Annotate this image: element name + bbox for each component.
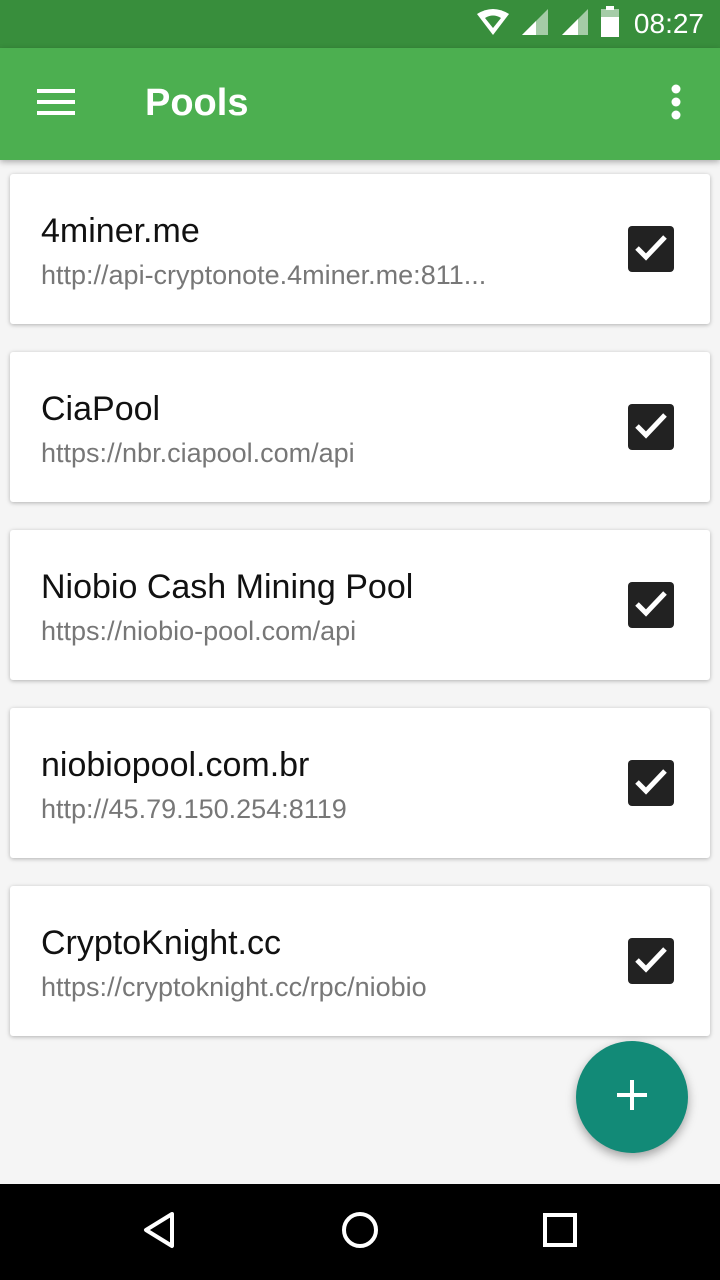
status-bar: 08:27 (0, 0, 720, 48)
pool-name: CiaPool (41, 390, 161, 428)
pool-enabled-checkbox[interactable] (628, 404, 674, 450)
status-time: 08:27 (633, 8, 704, 39)
menu-icon (37, 88, 75, 121)
pool-url: https://niobio-pool.com/api (41, 616, 357, 646)
pool-enabled-checkbox[interactable] (628, 938, 674, 984)
status-icons: 08:27 (476, 0, 704, 48)
pool-url: http://45.79.150.254:8119 (41, 794, 347, 824)
pool-name: niobiopool.com.br (41, 746, 310, 784)
pool-card[interactable]: CryptoKnight.cc https://cryptoknight.cc/… (10, 886, 710, 1036)
recents-icon (542, 1212, 578, 1253)
checkbox-checked-icon (634, 410, 668, 445)
pool-name: CryptoKnight.cc (41, 924, 281, 962)
signal-icon (520, 7, 550, 42)
more-vert-icon (671, 84, 681, 125)
pool-card[interactable]: 4miner.me http://api-cryptonote.4miner.m… (10, 174, 710, 324)
checkbox-checked-icon (634, 588, 668, 623)
home-button[interactable] (330, 1202, 390, 1262)
checkbox-checked-icon (634, 766, 668, 801)
overflow-menu-button[interactable] (648, 76, 704, 132)
pool-url: http://api-cryptonote.4miner.me:811... (41, 260, 487, 290)
wifi-icon (476, 8, 510, 41)
pool-name: Niobio Cash Mining Pool (41, 568, 414, 606)
checkbox-checked-icon (634, 944, 668, 979)
pool-name: 4miner.me (41, 212, 200, 250)
checkbox-checked-icon (634, 232, 668, 267)
navigation-bar (0, 1184, 720, 1280)
pool-url: https://nbr.ciapool.com/api (41, 438, 355, 468)
pool-card[interactable]: CiaPool https://nbr.ciapool.com/api (10, 352, 710, 502)
battery-icon (600, 5, 620, 43)
pool-url: https://cryptoknight.cc/rpc/niobio (41, 972, 427, 1002)
app-bar: Pools (0, 48, 720, 160)
back-icon (140, 1210, 180, 1255)
back-button[interactable] (130, 1202, 190, 1262)
menu-button[interactable] (20, 76, 92, 132)
page-title: Pools (145, 82, 249, 124)
add-icon (617, 1079, 647, 1115)
home-icon (340, 1210, 380, 1255)
signal-icon (560, 7, 590, 42)
pool-enabled-checkbox[interactable] (628, 760, 674, 806)
recents-button[interactable] (530, 1202, 590, 1262)
pool-enabled-checkbox[interactable] (628, 582, 674, 628)
pool-enabled-checkbox[interactable] (628, 226, 674, 272)
pool-card[interactable]: niobiopool.com.br http://45.79.150.254:8… (10, 708, 710, 858)
pool-card[interactable]: Niobio Cash Mining Pool https://niobio-p… (10, 530, 710, 680)
add-pool-button[interactable] (576, 1041, 688, 1153)
